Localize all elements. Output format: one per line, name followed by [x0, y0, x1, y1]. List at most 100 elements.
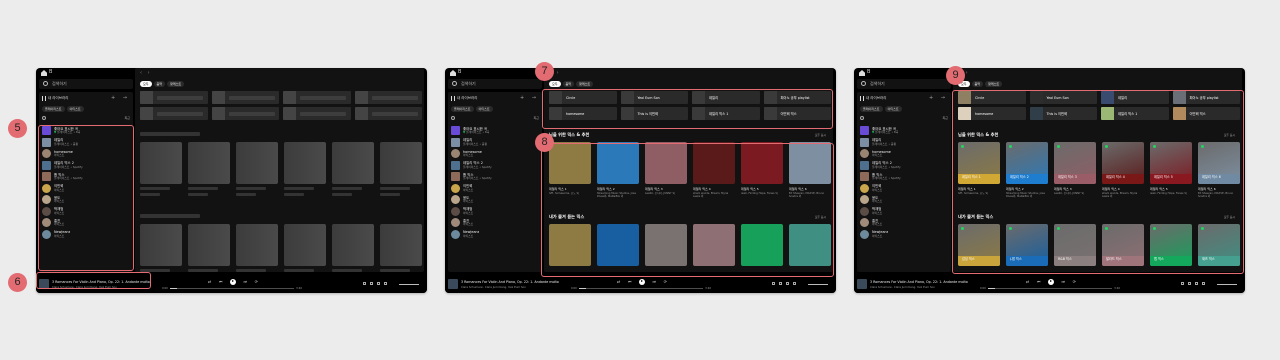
library-search-icon[interactable] — [451, 116, 455, 120]
shortcut-item[interactable] — [211, 107, 279, 120]
shuffle-icon[interactable]: ⇄ — [208, 279, 211, 284]
sidebar-search[interactable]: 검색하기 — [857, 79, 951, 89]
progress-track[interactable] — [170, 288, 294, 290]
repeat-icon[interactable]: ⟳ — [1073, 279, 1076, 284]
filter-chip[interactable]: 음악 — [562, 81, 575, 87]
library-item[interactable]: 데일리 믹스 2 플레이리스트 • Spotify — [860, 160, 950, 172]
now-playing-artist[interactable]: Clara Schumann, Clara Jumi Kang, Yeol Eu… — [461, 285, 561, 289]
filter-chip[interactable]: 모두 — [549, 81, 561, 87]
volume-slider[interactable] — [399, 283, 419, 285]
library-chip[interactable]: 플레이리스트 — [451, 106, 474, 112]
next-icon[interactable]: ⏭ — [1062, 279, 1066, 284]
library-item[interactable]: 데일리 플레이리스트 • 음황 — [451, 137, 541, 149]
library-item[interactable]: NewJeans 아티스트 — [451, 229, 541, 241]
previous-icon[interactable]: ⏮ — [628, 279, 632, 284]
sidebar-search[interactable]: 검색하기 — [39, 79, 133, 89]
sidebar-search[interactable]: 검색하기 — [448, 79, 542, 89]
device-icon[interactable] — [786, 282, 789, 285]
shortcut-item[interactable] — [354, 91, 422, 104]
play-button[interactable] — [230, 278, 236, 285]
shortcut-item[interactable] — [354, 107, 422, 120]
repeat-icon[interactable]: ⟳ — [664, 279, 667, 284]
library-item[interactable]: 좋아요 표시한 곡 ▼ 플레이리스트 • 8곡 — [860, 125, 950, 137]
progress-bar[interactable]: 0:00 3:40 — [980, 287, 1120, 291]
lyrics-icon[interactable] — [1181, 282, 1184, 285]
next-icon[interactable]: ⏭ — [244, 279, 248, 284]
library-chip[interactable]: 플레이리스트 — [42, 106, 65, 112]
library-actions[interactable]: + → — [520, 95, 539, 101]
home-icon[interactable] — [450, 70, 456, 76]
library-search-icon[interactable] — [42, 116, 46, 120]
library-item[interactable]: homesome 아티스트 — [451, 148, 541, 160]
filter-chip[interactable]: 음악 — [153, 81, 166, 87]
mix-card[interactable] — [284, 224, 326, 272]
sort-recent[interactable]: 최근 — [533, 116, 539, 120]
progress-bar[interactable]: 0:00 3:40 — [162, 287, 302, 291]
queue-icon[interactable] — [370, 282, 373, 285]
mix-card[interactable] — [140, 142, 182, 196]
library-item[interactable]: 이민혁 아티스트 — [451, 183, 541, 195]
progress-bar[interactable]: 0:00 3:40 — [571, 287, 711, 291]
play-button[interactable] — [639, 278, 645, 285]
library-item[interactable]: 톱 믹스 플레이리스트 • Spotify — [860, 171, 950, 183]
shortcut-item[interactable] — [140, 91, 208, 104]
volume-slider[interactable] — [1217, 283, 1237, 285]
volume-icon[interactable] — [793, 282, 796, 285]
library-item[interactable]: 홍진 아티스트 — [451, 217, 541, 229]
sort-recent[interactable]: 최근 — [124, 116, 130, 120]
mix-card[interactable] — [380, 142, 422, 196]
device-icon[interactable] — [1195, 282, 1198, 285]
filter-chip[interactable]: 팟캐스트 — [985, 81, 1003, 87]
shortcut-item[interactable] — [283, 107, 351, 120]
mix-card[interactable] — [284, 142, 326, 196]
library-chip[interactable]: 아티스트 — [66, 106, 84, 112]
volume-icon[interactable] — [1202, 282, 1205, 285]
mix-card[interactable] — [332, 224, 374, 272]
now-playing-artist[interactable]: Clara Schumann, Clara Jumi Kang, Yeol Eu… — [870, 285, 970, 289]
library-actions[interactable]: + → — [929, 95, 948, 101]
queue-icon[interactable] — [1188, 282, 1191, 285]
mix-card[interactable] — [236, 142, 278, 196]
library-item[interactable]: 박재범 아티스트 — [860, 206, 950, 218]
filter-chip[interactable]: 팟캐스트 — [576, 81, 594, 87]
library-item[interactable]: 좋아요 표시한 곡 ▼ 플레이리스트 • 8곡 — [451, 125, 541, 137]
filter-chip[interactable]: 음악 — [971, 81, 984, 87]
library-item[interactable]: 데일리 믹스 2 플레이리스트 • Spotify — [451, 160, 541, 172]
library-title[interactable]: 내 라이브러리 — [42, 96, 68, 101]
library-item[interactable]: homesome 아티스트 — [860, 148, 950, 160]
mix-card[interactable] — [188, 142, 230, 196]
queue-icon[interactable] — [779, 282, 782, 285]
mix-card[interactable] — [140, 224, 182, 272]
filter-chip[interactable]: 팟캐스트 — [167, 81, 185, 87]
progress-track[interactable] — [988, 288, 1112, 290]
shuffle-icon[interactable]: ⇄ — [1026, 279, 1029, 284]
library-title[interactable]: 내 라이브러리 — [860, 96, 886, 101]
library-search-icon[interactable] — [860, 116, 864, 120]
device-icon[interactable] — [377, 282, 380, 285]
library-actions[interactable]: + → — [111, 95, 130, 101]
previous-icon[interactable]: ⏮ — [1037, 279, 1041, 284]
home-icon[interactable] — [859, 70, 865, 76]
sort-recent[interactable]: 최근 — [942, 116, 948, 120]
mix-card[interactable] — [188, 224, 230, 272]
library-chip[interactable]: 플레이리스트 — [860, 106, 883, 112]
home-icon[interactable] — [41, 70, 47, 76]
progress-track[interactable] — [579, 288, 703, 290]
nav-arrows[interactable]: ‹ › — [140, 70, 152, 76]
show-all-link[interactable]: 모두 표시 — [815, 133, 826, 137]
previous-icon[interactable]: ⏮ — [219, 279, 223, 284]
library-item[interactable]: 이민혁 아티스트 — [860, 183, 950, 195]
library-chip[interactable]: 아티스트 — [475, 106, 493, 112]
now-playing-cover[interactable] — [448, 279, 458, 289]
library-item[interactable]: 데일리 플레이리스트 • 음황 — [860, 137, 950, 149]
mix-card[interactable] — [236, 224, 278, 272]
library-item[interactable]: 홍진 아티스트 — [860, 217, 950, 229]
library-item[interactable]: 윤도 아티스트 — [451, 194, 541, 206]
shortcut-item[interactable] — [211, 91, 279, 104]
mix-card[interactable] — [332, 142, 374, 196]
lyrics-icon[interactable] — [363, 282, 366, 285]
shortcut-item[interactable] — [283, 91, 351, 104]
now-playing-cover[interactable] — [857, 279, 867, 289]
play-button[interactable] — [1048, 278, 1054, 285]
library-item[interactable]: 박재범 아티스트 — [451, 206, 541, 218]
